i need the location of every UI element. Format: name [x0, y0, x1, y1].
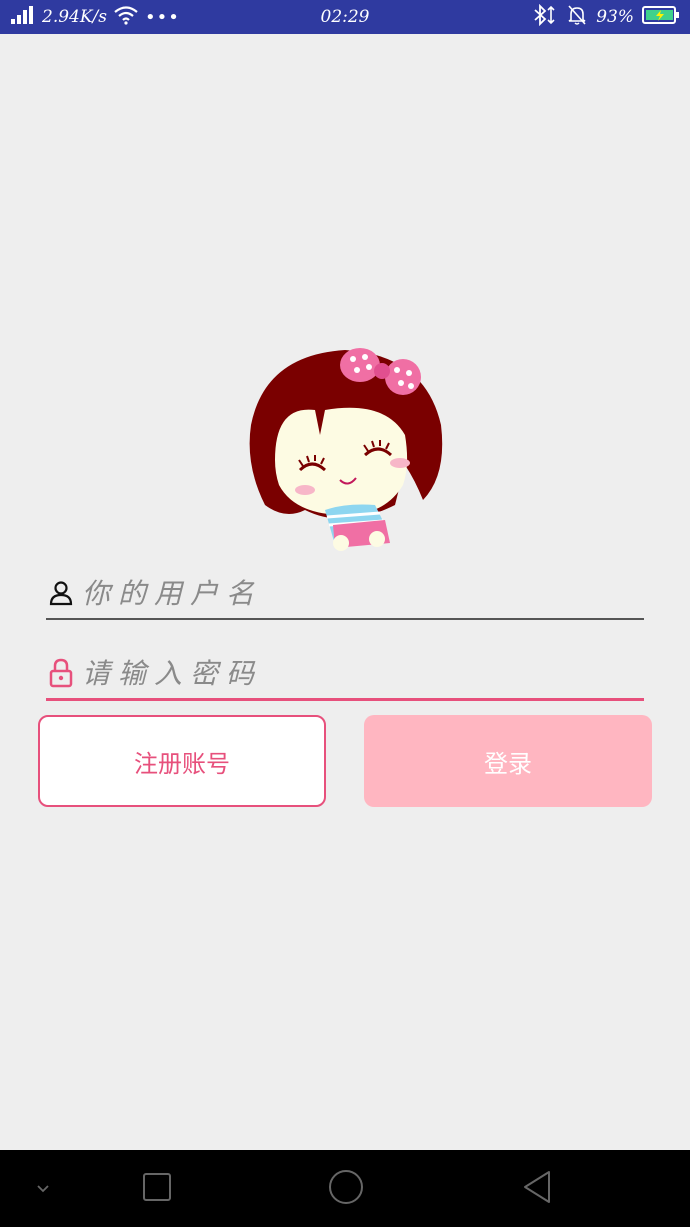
login-button[interactable]: 登录 — [364, 715, 652, 807]
navigation-bar — [0, 1150, 690, 1227]
circle-icon — [327, 1168, 365, 1210]
square-icon — [142, 1172, 172, 1206]
register-button[interactable]: 注册账号 — [38, 715, 326, 807]
home-button[interactable] — [324, 1150, 368, 1227]
username-input[interactable] — [82, 576, 644, 610]
battery-percentage: 93% — [596, 7, 634, 27]
password-input[interactable] — [82, 656, 644, 690]
battery-icon — [642, 5, 680, 30]
lock-icon — [46, 658, 76, 688]
hide-nav-button[interactable] — [26, 1150, 60, 1227]
mute-bell-icon — [566, 4, 588, 31]
triangle-back-icon — [520, 1169, 554, 1209]
recents-button[interactable] — [135, 1150, 179, 1227]
password-field — [46, 648, 644, 701]
clock: 02:29 — [320, 7, 370, 27]
chevron-down-icon — [35, 1179, 51, 1198]
avatar-illustration — [245, 345, 445, 555]
status-bar: 2.94K/s ••• 02:29 93% — [0, 0, 690, 34]
bluetooth-icon — [532, 3, 558, 31]
back-button[interactable] — [515, 1150, 559, 1227]
username-field — [46, 568, 644, 620]
person-icon — [46, 578, 76, 608]
